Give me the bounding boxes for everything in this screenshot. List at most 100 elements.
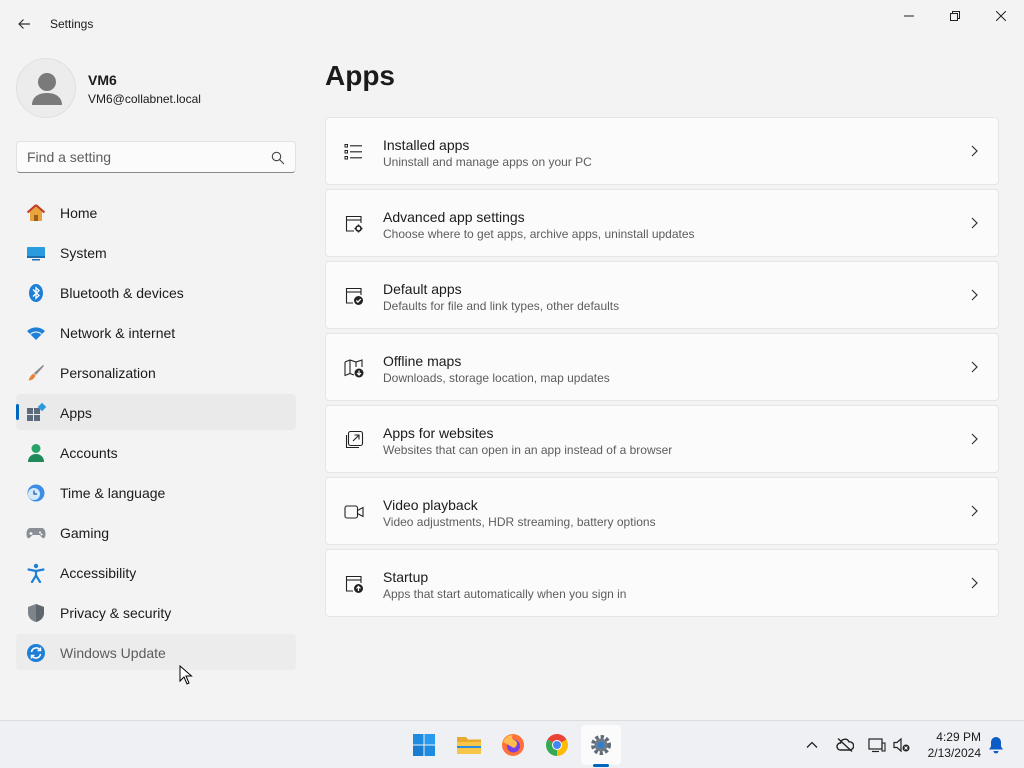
close-icon bbox=[996, 11, 1006, 21]
chevron-right-icon bbox=[971, 289, 978, 301]
update-icon bbox=[27, 644, 45, 662]
selection-indicator bbox=[16, 404, 19, 420]
taskbar: 4:29 PM 2/13/2024 bbox=[0, 720, 1024, 768]
app-check-icon bbox=[345, 287, 363, 305]
minimize-icon bbox=[904, 15, 914, 17]
notifications-button[interactable] bbox=[986, 735, 1006, 755]
user-name: VM6 bbox=[88, 72, 117, 88]
taskbar-file-explorer[interactable] bbox=[449, 725, 489, 765]
mouse-cursor-icon bbox=[179, 665, 193, 685]
settings-icon bbox=[591, 735, 611, 755]
avatar bbox=[16, 58, 76, 118]
sidebar-item-label: Personalization bbox=[60, 365, 156, 381]
close-button[interactable] bbox=[978, 0, 1024, 32]
chevron-right-icon bbox=[971, 577, 978, 589]
network-status[interactable] bbox=[867, 735, 887, 755]
restore-button[interactable] bbox=[932, 0, 978, 32]
bluetooth-icon bbox=[29, 284, 43, 302]
card-title: Installed apps bbox=[383, 137, 470, 153]
sidebar-item-label: Privacy & security bbox=[60, 605, 172, 621]
chevron-right-icon bbox=[971, 217, 978, 229]
card-description: Downloads, storage location, map updates bbox=[383, 371, 610, 385]
sidebar-item-label: Time & language bbox=[60, 485, 166, 501]
sidebar-item-privacy-security[interactable]: Privacy & security bbox=[16, 594, 296, 630]
app-gear-icon bbox=[345, 215, 363, 233]
card-description: Websites that can open in an app instead… bbox=[383, 443, 673, 457]
sidebar-item-label: Bluetooth & devices bbox=[60, 285, 184, 301]
card-installed-apps[interactable]: Installed apps Uninstall and manage apps… bbox=[325, 117, 999, 185]
network-monitor-icon bbox=[868, 738, 886, 753]
chevron-right-icon bbox=[971, 361, 978, 373]
chevron-right-icon bbox=[971, 505, 978, 517]
system-icon bbox=[27, 247, 45, 261]
sidebar-item-apps[interactable]: Apps bbox=[16, 394, 296, 430]
card-description: Video adjustments, HDR streaming, batter… bbox=[383, 515, 656, 529]
card-title: Offline maps bbox=[383, 353, 462, 369]
taskbar-chrome[interactable] bbox=[537, 725, 577, 765]
card-offline-maps[interactable]: Offline maps Downloads, storage location… bbox=[325, 333, 999, 401]
sidebar-item-home[interactable]: Home bbox=[16, 194, 296, 230]
card-title: Startup bbox=[383, 569, 429, 585]
card-description: Apps that start automatically when you s… bbox=[383, 587, 627, 601]
sidebar-item-windows-update[interactable]: Windows Update bbox=[16, 634, 296, 670]
card-default-apps[interactable]: Default apps Defaults for file and link … bbox=[325, 261, 999, 329]
taskbar-firefox[interactable] bbox=[493, 725, 533, 765]
search-icon[interactable] bbox=[271, 151, 285, 165]
home-icon bbox=[26, 204, 46, 221]
sidebar-item-gaming[interactable]: Gaming bbox=[16, 514, 296, 550]
video-icon bbox=[344, 505, 364, 519]
active-app-indicator bbox=[593, 764, 609, 767]
sidebar-item-time-language[interactable]: Time & language bbox=[16, 474, 296, 510]
onedrive-status[interactable] bbox=[835, 735, 855, 755]
minimize-button[interactable] bbox=[886, 0, 932, 32]
sidebar-item-label: Gaming bbox=[60, 525, 110, 541]
sidebar-item-bluetooth[interactable]: Bluetooth & devices bbox=[16, 274, 296, 310]
taskbar-settings[interactable] bbox=[581, 725, 621, 765]
page-title: Apps bbox=[325, 60, 395, 91]
card-description: Defaults for file and link types, other … bbox=[383, 299, 620, 313]
back-arrow-icon bbox=[18, 19, 30, 29]
person-icon bbox=[28, 444, 44, 462]
card-description: Choose where to get apps, archive apps, … bbox=[383, 227, 695, 241]
start-button[interactable] bbox=[404, 725, 444, 765]
sidebar-item-label: Windows Update bbox=[60, 645, 166, 661]
file-explorer-icon bbox=[457, 737, 481, 754]
clock-time[interactable]: 4:29 PM bbox=[936, 730, 981, 744]
person-placeholder-icon bbox=[32, 73, 62, 105]
shield-icon bbox=[28, 604, 44, 622]
card-title: Video playback bbox=[383, 497, 478, 513]
bell-icon bbox=[989, 737, 1003, 754]
cloud-offline-icon bbox=[836, 737, 854, 753]
apps-icon bbox=[27, 403, 46, 421]
sidebar-item-accessibility[interactable]: Accessibility bbox=[16, 554, 296, 590]
sidebar-item-accounts[interactable]: Accounts bbox=[16, 434, 296, 470]
clock-date[interactable]: 2/13/2024 bbox=[928, 746, 981, 760]
show-hidden-icons-button[interactable] bbox=[802, 735, 822, 755]
chevron-up-icon bbox=[806, 741, 818, 748]
back-button[interactable] bbox=[10, 10, 38, 38]
volume-status[interactable] bbox=[892, 735, 912, 755]
chevron-right-icon bbox=[971, 433, 978, 445]
card-advanced-app-settings[interactable]: Advanced app settings Choose where to ge… bbox=[325, 189, 999, 257]
sidebar-item-label: Home bbox=[60, 205, 98, 221]
sidebar-item-personalization[interactable]: Personalization bbox=[16, 354, 296, 390]
chevron-right-icon bbox=[971, 145, 978, 157]
card-apps-for-websites[interactable]: Apps for websites Websites that can open… bbox=[325, 405, 999, 473]
sidebar-item-network[interactable]: Network & internet bbox=[16, 314, 296, 350]
wifi-icon bbox=[27, 327, 45, 340]
card-title: Default apps bbox=[383, 281, 462, 297]
window-title: Settings bbox=[50, 17, 94, 31]
search-input[interactable] bbox=[17, 142, 265, 172]
sidebar-item-label: System bbox=[60, 245, 107, 261]
sidebar-item-system[interactable]: System bbox=[16, 234, 296, 270]
user-profile[interactable]: VM6 VM6@collabnet.local bbox=[16, 58, 296, 118]
sidebar-nav: Home System Bluetooth & devices Network … bbox=[16, 194, 296, 674]
card-startup[interactable]: Startup Apps that start automatically wh… bbox=[325, 549, 999, 617]
search-box bbox=[16, 141, 296, 173]
title-bar: Settings bbox=[0, 0, 1024, 48]
sidebar-item-label: Apps bbox=[60, 405, 92, 421]
sidebar-item-label: Accounts bbox=[60, 445, 118, 461]
card-video-playback[interactable]: Video playback Video adjustments, HDR st… bbox=[325, 477, 999, 545]
user-email: VM6@collabnet.local bbox=[88, 92, 201, 106]
gamepad-icon bbox=[26, 528, 46, 539]
